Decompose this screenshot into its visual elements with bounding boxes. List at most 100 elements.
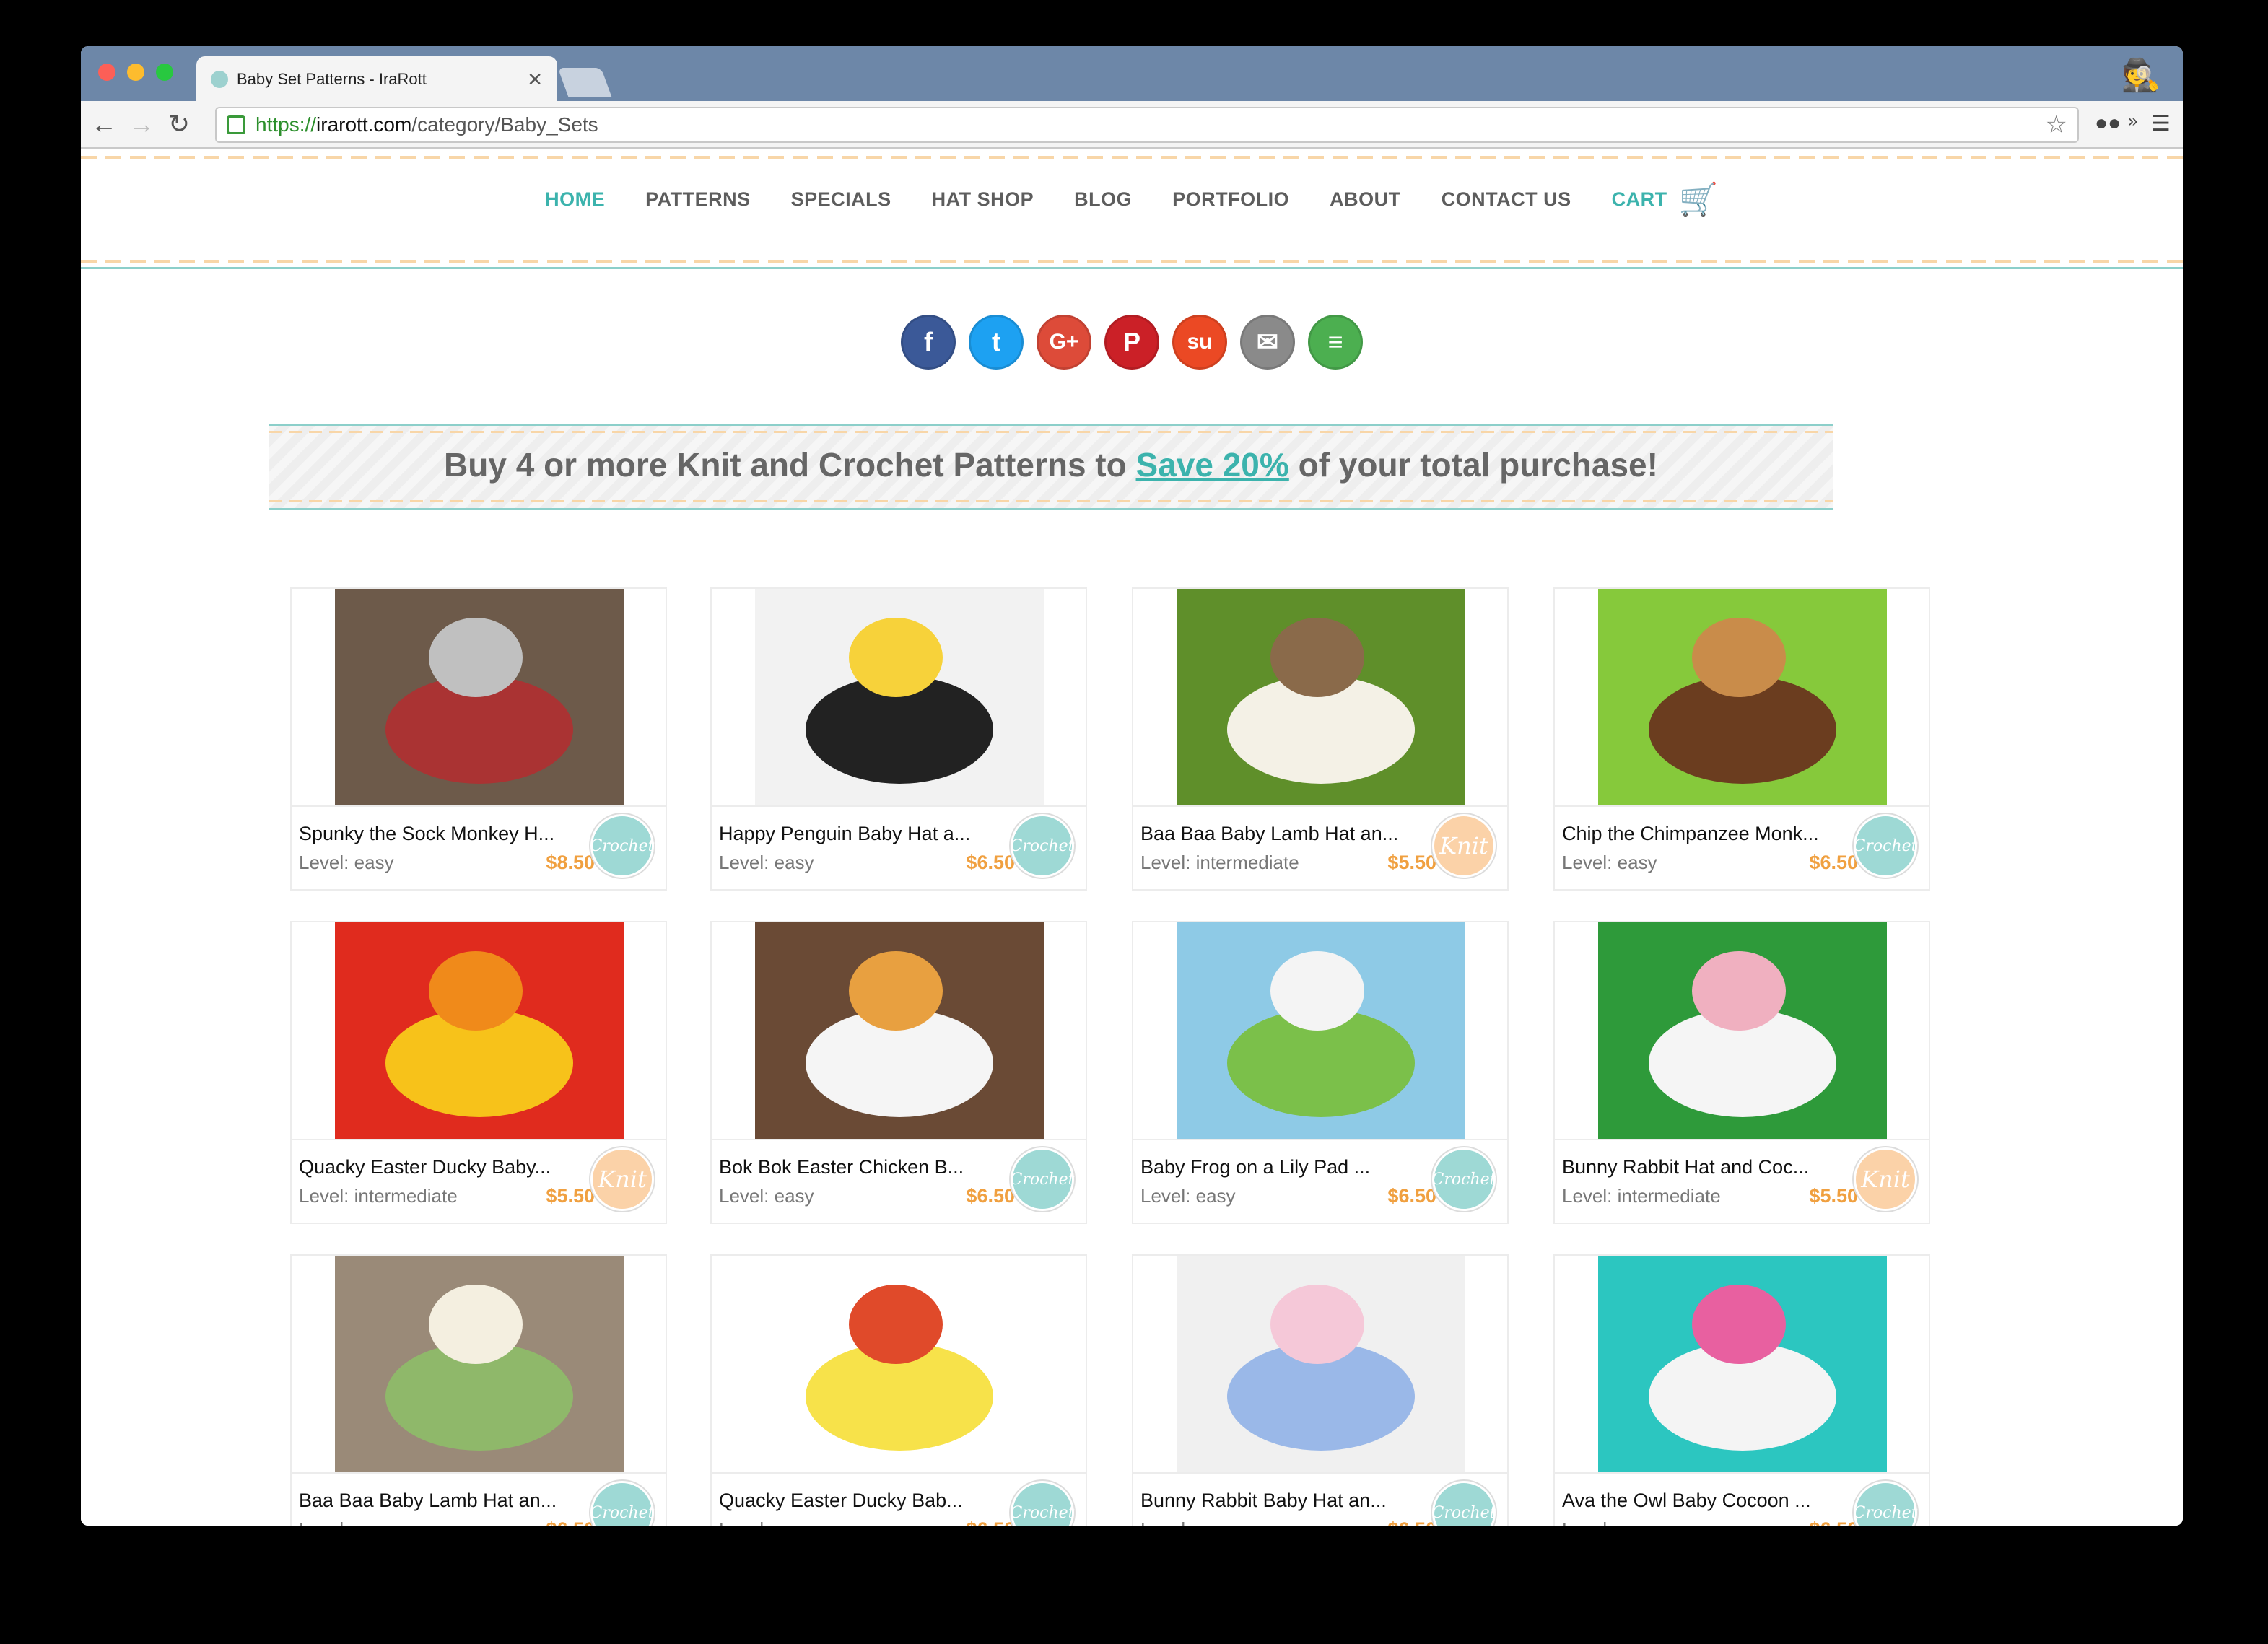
overflow-chevron-icon[interactable]: » [2128, 111, 2137, 131]
product-meta: Bunny Rabbit Hat and Coc... Level: interm… [1555, 1139, 1929, 1223]
nav-patterns[interactable]: PATTERNS [645, 188, 751, 211]
product-card[interactable]: Ava the Owl Baby Cocoon ... Level: easy $6… [1553, 1254, 1930, 1526]
product-price: $8.50 [546, 852, 595, 873]
product-card[interactable]: Bunny Rabbit Baby Hat an... Level: easy $6… [1132, 1254, 1509, 1526]
lock-icon [227, 115, 245, 134]
promo-banner: Buy 4 or more Knit and Crochet Patterns … [269, 424, 1833, 510]
back-arrow-icon[interactable]: ← [88, 108, 120, 140]
product-card[interactable]: Baa Baa Baby Lamb Hat an... Level: easy $6… [290, 1254, 667, 1526]
product-meta: Spunky the Sock Monkey H... Level: easy $8… [292, 805, 666, 889]
nav-portfolio[interactable]: PORTFOLIO [1172, 188, 1289, 211]
product-image[interactable] [755, 589, 1044, 805]
product-price: $5.50 [1809, 1185, 1858, 1207]
product-image[interactable] [755, 1256, 1044, 1472]
product-image[interactable] [1177, 922, 1465, 1139]
more-share-button[interactable]: ≡ [1308, 315, 1363, 370]
nav-hat-shop[interactable]: HAT SHOP [932, 188, 1034, 211]
nav-cart[interactable]: CART 🛒 [1612, 180, 1719, 218]
product-level: Level: easy [719, 1518, 814, 1526]
facebook-share-button[interactable]: f [901, 315, 956, 370]
product-name[interactable]: Baa Baa Baby Lamb Hat an... [299, 1490, 557, 1512]
email-share-button[interactable]: ✉ [1240, 315, 1295, 370]
product-price: $6.50 [1809, 1518, 1858, 1526]
bookmark-star-icon[interactable]: ☆ [2046, 110, 2067, 139]
product-name[interactable]: Quacky Easter Ducky Baby... [299, 1156, 551, 1179]
product-name[interactable]: Bok Bok Easter Chicken B... [719, 1156, 964, 1179]
product-image[interactable] [1177, 589, 1465, 805]
product-image[interactable] [335, 922, 624, 1139]
product-card[interactable]: Chip the Chimpanzee Monk... Level: easy $6… [1553, 587, 1930, 891]
product-image[interactable] [1598, 589, 1887, 805]
page-content: HOME PATTERNS SPECIALS HAT SHOP BLOG POR… [81, 149, 2183, 1526]
product-card[interactable]: Happy Penguin Baby Hat a... Level: easy $6… [710, 587, 1087, 891]
googleplus-share-button[interactable]: G+ [1037, 315, 1091, 370]
product-name[interactable]: Quacky Easter Ducky Bab... [719, 1490, 963, 1512]
image-shape [429, 951, 523, 1031]
pinterest-share-button[interactable]: P [1104, 315, 1159, 370]
image-shape [1270, 618, 1364, 697]
product-meta: Quacky Easter Ducky Bab... Level: easy $6.… [712, 1472, 1086, 1526]
product-meta: Chip the Chimpanzee Monk... Level: easy $6… [1555, 805, 1929, 889]
nav-specials[interactable]: SPECIALS [791, 188, 891, 211]
save-20-link[interactable]: Save 20% [1136, 446, 1289, 484]
tab-close-icon[interactable]: ✕ [527, 69, 543, 91]
nav-about[interactable]: ABOUT [1330, 188, 1401, 211]
knit-badge-icon: Knit [1432, 814, 1496, 878]
promo-bottom-line [269, 508, 1833, 510]
image-shape [1270, 951, 1364, 1031]
new-tab-button[interactable] [557, 68, 612, 97]
product-name[interactable]: Baa Baa Baby Lamb Hat an... [1140, 823, 1398, 845]
product-name[interactable]: Bunny Rabbit Baby Hat an... [1140, 1490, 1387, 1512]
promo-top-line [269, 424, 1833, 426]
forward-arrow-icon[interactable]: → [126, 108, 157, 140]
product-card[interactable]: Bunny Rabbit Hat and Coc... Level: interm… [1553, 921, 1930, 1224]
nav-contact-us[interactable]: CONTACT US [1442, 188, 1571, 211]
browser-window: Baby Set Patterns - IraRott ✕ 🕵 ← → ↻ ht… [81, 46, 2183, 1526]
product-meta: Baa Baa Baby Lamb Hat an... Level: interm… [1133, 805, 1507, 889]
product-price: $5.50 [546, 1185, 595, 1207]
nav-blog[interactable]: BLOG [1074, 188, 1132, 211]
url-path: /category/Baby_Sets [411, 113, 598, 136]
address-bar[interactable]: https:// irarott.com /category/Baby_Sets… [215, 107, 2079, 143]
product-level: Level: easy [1140, 1518, 1236, 1526]
crochet-badge-icon: Crochet [1011, 1481, 1074, 1526]
close-window-button[interactable] [98, 64, 115, 81]
product-card[interactable]: Bok Bok Easter Chicken B... Level: easy $6… [710, 921, 1087, 1224]
stumbleupon-share-button[interactable]: su [1172, 315, 1227, 370]
product-image[interactable] [755, 922, 1044, 1139]
product-level: Level: intermediate [1562, 1185, 1721, 1207]
product-image[interactable] [1598, 922, 1887, 1139]
product-card[interactable]: Baa Baa Baby Lamb Hat an... Level: interm… [1132, 587, 1509, 891]
menu-icon[interactable]: ☰ [2151, 111, 2171, 136]
product-image[interactable] [1598, 1256, 1887, 1472]
product-image[interactable] [1177, 1256, 1465, 1472]
reload-icon[interactable]: ↻ [163, 108, 195, 140]
extension-mask-icon[interactable]: ●● [2095, 111, 2121, 136]
product-name[interactable]: Happy Penguin Baby Hat a... [719, 823, 970, 845]
product-level: Level: easy [1562, 852, 1657, 873]
product-name[interactable]: Baby Frog on a Lily Pad ... [1140, 1156, 1370, 1179]
product-name[interactable]: Ava the Owl Baby Cocoon ... [1562, 1490, 1811, 1512]
twitter-share-button[interactable]: t [969, 315, 1024, 370]
favicon-icon [211, 71, 228, 88]
product-card[interactable]: Quacky Easter Ducky Baby... Level: interm… [290, 921, 667, 1224]
product-name[interactable]: Bunny Rabbit Hat and Coc... [1562, 1156, 1809, 1179]
promo-text-after: of your total purchase! [1288, 446, 1658, 484]
product-card[interactable]: Spunky the Sock Monkey H... Level: easy $8… [290, 587, 667, 891]
product-image[interactable] [335, 1256, 624, 1472]
maximize-window-button[interactable] [156, 64, 173, 81]
nav-home[interactable]: HOME [545, 188, 605, 211]
image-shape [1270, 1285, 1364, 1364]
minimize-window-button[interactable] [127, 64, 144, 81]
image-shape [1692, 1285, 1786, 1364]
product-card[interactable]: Baby Frog on a Lily Pad ... Level: easy $6… [1132, 921, 1509, 1224]
image-shape [429, 1285, 523, 1364]
product-level: Level: easy [299, 852, 394, 873]
knit-badge-icon: Knit [590, 1147, 654, 1211]
product-name[interactable]: Chip the Chimpanzee Monk... [1562, 823, 1819, 845]
product-name[interactable]: Spunky the Sock Monkey H... [299, 823, 554, 845]
product-card[interactable]: Quacky Easter Ducky Bab... Level: easy $6.… [710, 1254, 1087, 1526]
product-image[interactable] [335, 589, 624, 805]
browser-tab[interactable]: Baby Set Patterns - IraRott ✕ [196, 56, 557, 102]
image-shape [429, 618, 523, 697]
